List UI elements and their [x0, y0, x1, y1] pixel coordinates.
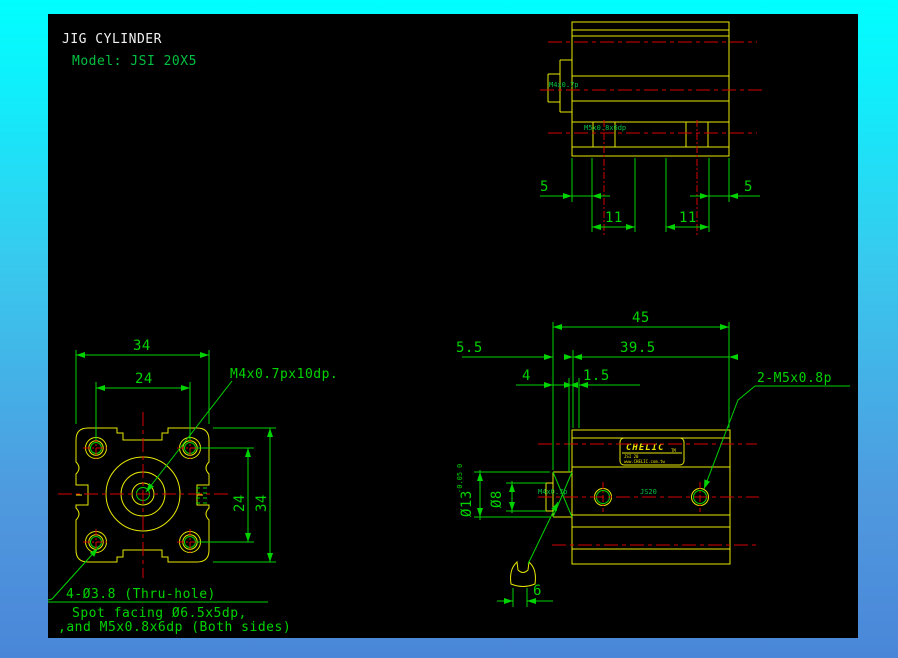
- dimension-arrows: [563, 193, 738, 230]
- dim-left-11: 11: [605, 210, 623, 226]
- wrench-dim-lines: [497, 588, 553, 607]
- note-line-2: ,and M5x0.8x6dp (Both sides): [58, 620, 291, 635]
- dim-5-5: 5.5: [456, 340, 483, 356]
- nameplate-line2: www.CHELIC.com.tw: [624, 459, 666, 464]
- wrench-symbol: [510, 560, 536, 587]
- center-thread-callout: M4x0.7px10dp.: [230, 367, 338, 382]
- wrench-dim-arrows: [504, 598, 536, 604]
- rod-thread-label: M4x0.7p: [549, 81, 579, 89]
- dim-width-34: 34: [133, 338, 151, 354]
- bore-tol-lower: -0.05: [456, 472, 464, 493]
- drawing-title: JIG CYLINDER: [62, 32, 162, 47]
- dim-wrench-6: 6: [533, 583, 542, 599]
- cad-drawing: JIG CYLINDER Model: JSI 20X5 M4x0.7p M5x…: [48, 21, 850, 635]
- dim-rod-8: Ø8: [489, 490, 505, 508]
- dim-total-45: 45: [632, 310, 650, 326]
- dim-right-5: 5: [744, 179, 753, 195]
- ports-callout: 2-M5x0.8p: [757, 371, 832, 386]
- dimension-lines: [540, 195, 760, 228]
- ports-leader-arrow: [704, 479, 710, 489]
- wrench-leader-arrow: [551, 502, 558, 512]
- extension-lines-top: [75, 350, 210, 440]
- cad-drawing-canvas[interactable]: JIG CYLINDER Model: JSI 20X5 M4x0.7p M5x…: [48, 14, 858, 638]
- dim-right-11: 11: [679, 210, 697, 226]
- dim-4: 4: [522, 368, 531, 384]
- view-side-section: M4x0.7p CHELIC TM JSI 20 www.CHELIC.com.…: [456, 310, 850, 607]
- drawing-model: Model: JSI 20X5: [72, 54, 197, 69]
- dim-39-5: 39.5: [620, 340, 656, 356]
- dim-left-5: 5: [540, 179, 549, 195]
- view-top-elevation: M4x0.7p M5x0.8x6dp 5 11 11 5: [540, 21, 763, 235]
- thru-hole-callout: 4-Ø3.8 (Thru-hole): [66, 587, 216, 602]
- dim-height-34: 34: [254, 494, 270, 512]
- dim-bore-13: Ø13: [459, 490, 475, 517]
- view-front-face: 34 24 24 34 M4x0.7px10dp. 4-Ø3.8 (Thru-h…: [48, 338, 338, 635]
- model-mark: JS20: [640, 488, 657, 496]
- nameplate-tm: TM: [671, 448, 676, 453]
- dim-1-5: 1.5: [583, 368, 610, 384]
- center-thread-leader: [145, 380, 233, 493]
- dim-height-24: 24: [232, 494, 248, 512]
- desktop-background: JIG CYLINDER Model: JSI 20X5 M4x0.7p M5x…: [0, 0, 898, 658]
- rod-thread-label: M4x0.7p: [538, 488, 568, 496]
- nameplate: CHELIC TM JSI 20 www.CHELIC.com.tw: [619, 437, 685, 466]
- mount-thread-label: M5x0.8x6dp: [584, 124, 626, 132]
- center-thread-arrow: [146, 483, 154, 492]
- note-line-1: Spot facing Ø6.5x5dp,: [72, 606, 247, 621]
- dim-width-24: 24: [135, 371, 153, 387]
- bore-tol-upper: 0: [456, 464, 464, 468]
- title-block: JIG CYLINDER Model: JSI 20X5: [62, 32, 197, 69]
